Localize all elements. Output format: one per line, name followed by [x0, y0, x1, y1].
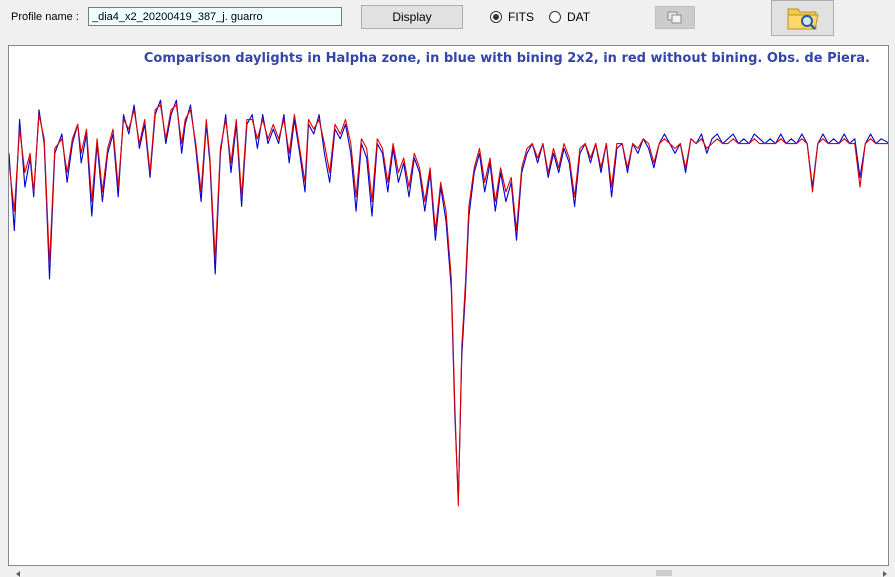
horizontal-scrollbar[interactable]	[8, 568, 889, 577]
scroll-left-icon[interactable]	[16, 571, 20, 577]
profile-name-input[interactable]	[88, 7, 342, 26]
fits-radio[interactable]: FITS	[490, 10, 534, 24]
display-button[interactable]: Display	[361, 5, 463, 29]
series-line-blue	[9, 99, 888, 502]
spectrum-plot: Comparison daylights in Halpha zone, in …	[8, 45, 889, 566]
spectrum-chart	[9, 99, 888, 507]
scroll-right-icon[interactable]	[883, 571, 887, 577]
copy-button[interactable]	[655, 6, 695, 29]
copy-icon	[667, 11, 682, 23]
folder-search-icon	[787, 8, 819, 30]
chart-title: Comparison daylights in Halpha zone, in …	[143, 51, 870, 66]
open-folder-button[interactable]	[771, 0, 834, 36]
series-line-red	[9, 104, 888, 507]
scroll-thumb[interactable]	[656, 570, 672, 576]
dat-radio-label: DAT	[567, 10, 591, 24]
dat-radio-dot[interactable]	[549, 11, 561, 23]
fits-radio-label: FITS	[508, 10, 534, 24]
profile-name-label: Profile name :	[11, 11, 79, 23]
toolbar: Profile name : Display FITS DAT	[0, 0, 895, 42]
fits-radio-dot[interactable]	[490, 11, 502, 23]
dat-radio[interactable]: DAT	[549, 10, 590, 24]
